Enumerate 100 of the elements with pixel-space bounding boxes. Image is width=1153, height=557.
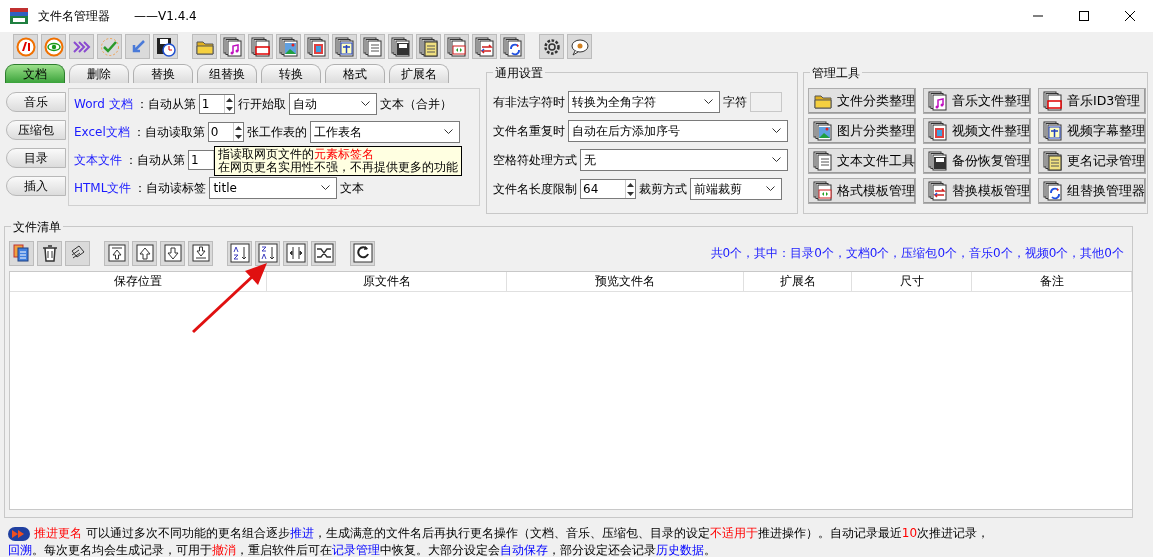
music-file-icon [928, 91, 948, 111]
toolbar-button[interactable] [567, 34, 592, 59]
group-title: 文件清单 [11, 219, 63, 236]
tool-button[interactable]: 文本文件工具 [808, 148, 916, 174]
tool-button[interactable]: 替换模板管理 [923, 178, 1031, 204]
side-tab[interactable]: 压缩包 [6, 120, 66, 140]
toolbar-button[interactable] [416, 34, 441, 59]
dropdown[interactable]: 转换为全角字符 [568, 91, 720, 113]
music-file-icon [222, 36, 243, 57]
code-file-icon [446, 36, 467, 57]
close-icon[interactable] [1125, 11, 1135, 21]
spin-arrows-icon[interactable] [232, 123, 243, 141]
column-header[interactable]: 扩展名 [744, 272, 852, 292]
dropdown[interactable]: 工作表名 [309, 121, 460, 143]
tool-button[interactable]: 音乐ID3管理 [1038, 88, 1146, 114]
sort-descending-icon [257, 243, 278, 263]
video-file-icon [306, 36, 327, 57]
toolbar-button[interactable] [248, 34, 273, 59]
swap-file-icon [474, 36, 495, 57]
code-file-icon [813, 181, 833, 201]
file-type-label: HTML文件 [74, 179, 132, 197]
dropdown[interactable]: 无 [580, 149, 788, 171]
dropdown[interactable]: 自动在后方添加序号 [568, 120, 788, 142]
image-file-icon [813, 121, 833, 141]
row-label: ：自动读标签 [134, 179, 207, 197]
setting-label: 字符 [723, 93, 747, 111]
tool-button[interactable]: 视频文件整理 [923, 118, 1031, 144]
documents-icon [11, 243, 32, 263]
maximize-icon[interactable] [1079, 11, 1089, 21]
dropdown[interactable]: 自动 [288, 93, 377, 115]
tool-button[interactable]: 备份恢复管理 [923, 148, 1031, 174]
row-label: 行开始取 [237, 95, 286, 113]
toolbar-button[interactable] [472, 34, 497, 59]
column-header[interactable]: 备注 [972, 272, 1132, 292]
spin-box[interactable]: 1 [198, 94, 235, 114]
spin-box[interactable]: 0 [207, 122, 244, 142]
list-tool-button[interactable] [65, 240, 90, 266]
caret-icon [443, 129, 453, 135]
tab[interactable]: 格式 [325, 64, 385, 83]
floppy-clock-icon [155, 36, 176, 57]
row-label: 文本 [340, 179, 365, 197]
list-tool-button[interactable] [37, 240, 62, 266]
image-file-icon [278, 36, 299, 57]
toolbar-button[interactable] [539, 34, 564, 59]
text-file-icon [362, 36, 383, 57]
floppy-file-icon [390, 36, 411, 57]
settings-icon [541, 36, 562, 57]
caret-icon [772, 157, 781, 163]
dropdown[interactable]: 前端裁剪 [690, 178, 782, 200]
tab[interactable]: 删除 [69, 64, 129, 83]
caret-icon [704, 99, 713, 105]
tab[interactable]: 替换 [133, 64, 193, 83]
row-label: 文本（合并） [379, 95, 452, 113]
spin-arrows-icon[interactable] [223, 95, 234, 113]
caret-icon [772, 128, 781, 134]
side-tab[interactable]: 目录 [6, 148, 66, 168]
caret-icon [360, 101, 370, 107]
toolbar-button[interactable] [360, 34, 385, 59]
toolbar-button[interactable] [220, 34, 245, 59]
group-title: 管理工具 [810, 65, 862, 82]
list-tool-button[interactable] [350, 240, 375, 266]
tool-button[interactable]: 音乐文件整理 [923, 88, 1031, 114]
char-field[interactable] [750, 92, 782, 112]
caret-icon [766, 186, 775, 192]
move-top-icon [106, 243, 127, 263]
toolbar-button[interactable] [153, 34, 178, 59]
tab[interactable]: 转换 [261, 64, 321, 83]
side-tab[interactable]: 音乐 [6, 92, 66, 112]
spin-arrows-icon[interactable] [625, 180, 635, 198]
column-header[interactable]: 原文件名 [267, 272, 507, 292]
toolbar-button[interactable] [444, 34, 469, 59]
app-icon [10, 8, 28, 24]
tab[interactable]: 扩展名 [389, 64, 449, 83]
side-tab[interactable]: 插入 [6, 176, 66, 196]
toolbar-button[interactable] [332, 34, 357, 59]
column-header[interactable]: 尺寸 [852, 272, 972, 292]
spin-box[interactable]: 64 [580, 179, 636, 199]
sort-ascending-icon [229, 243, 250, 263]
tool-button[interactable]: 组替换管理器 [1038, 178, 1146, 204]
tool-button[interactable]: 图片分类整理 [808, 118, 916, 144]
move-up-icon [134, 243, 155, 263]
refresh-file-icon [502, 36, 523, 57]
column-header[interactable]: 保存位置 [10, 272, 267, 292]
subtitle-file-icon [1043, 121, 1063, 141]
tab[interactable]: 文档 [5, 64, 65, 83]
toolbar-button[interactable] [276, 34, 301, 59]
refresh-file-icon [1043, 181, 1063, 201]
tool-button[interactable]: 更名记录管理 [1038, 148, 1146, 174]
tool-button[interactable]: 文件分类整理 [808, 88, 916, 114]
toolbar-button[interactable] [304, 34, 329, 59]
toolbar-button[interactable] [500, 34, 525, 59]
column-header[interactable]: 预览文件名 [507, 272, 744, 292]
tool-button[interactable]: 视频字幕整理 [1038, 118, 1146, 144]
toolbar-button[interactable] [388, 34, 413, 59]
tab[interactable]: 组替换 [197, 64, 257, 83]
move-down-icon [162, 243, 183, 263]
list-tool-button[interactable] [311, 240, 336, 266]
dropdown[interactable]: title [209, 177, 338, 199]
tool-button[interactable]: 格式模板管理 [808, 178, 916, 204]
row-label: ：自动读取第 [132, 123, 205, 141]
